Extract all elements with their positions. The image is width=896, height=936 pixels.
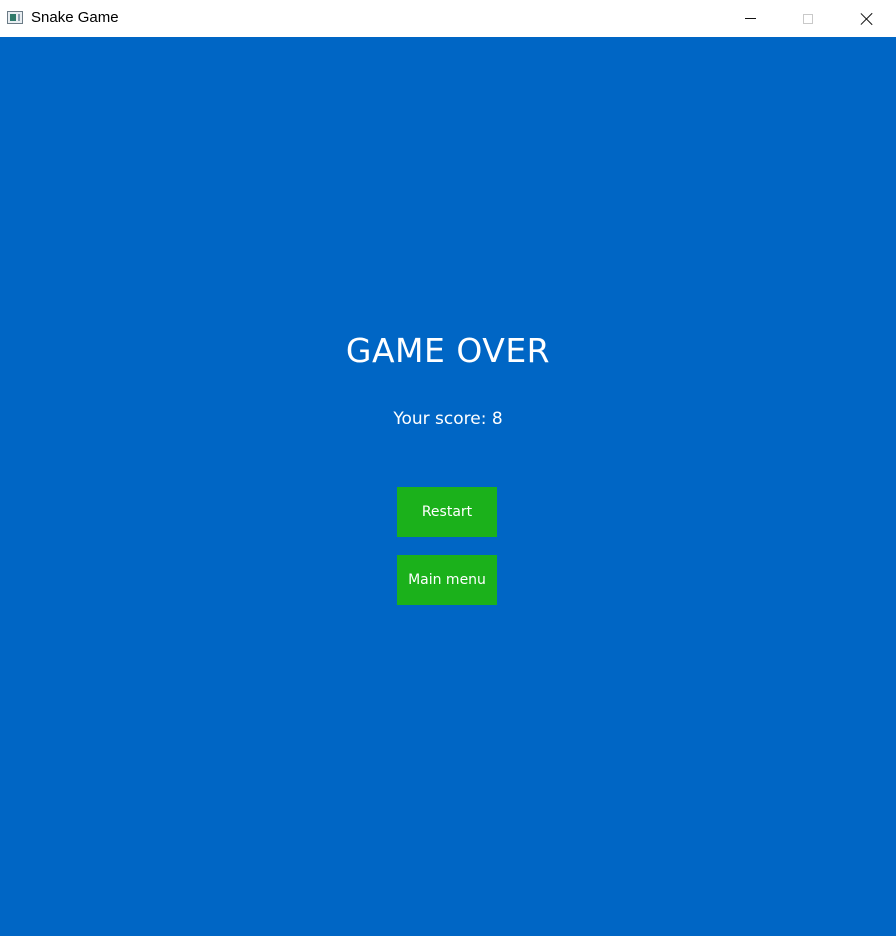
app-icon (7, 11, 23, 24)
title-bar: Snake Game (0, 0, 896, 37)
score-text: Your score: 8 (393, 409, 503, 429)
window-title: Snake Game (31, 9, 119, 26)
game-over-heading: GAME OVER (345, 331, 551, 370)
close-icon (860, 12, 874, 26)
minimize-icon (744, 18, 756, 19)
minimize-button[interactable] (721, 0, 779, 37)
maximize-icon (803, 13, 813, 24)
close-button[interactable] (838, 0, 896, 37)
main-menu-button[interactable]: Main menu (397, 555, 497, 605)
maximize-button[interactable] (779, 0, 837, 37)
restart-button[interactable]: Restart (397, 487, 497, 537)
game-area: GAME OVER Your score: 8 Restart Main men… (0, 37, 896, 936)
